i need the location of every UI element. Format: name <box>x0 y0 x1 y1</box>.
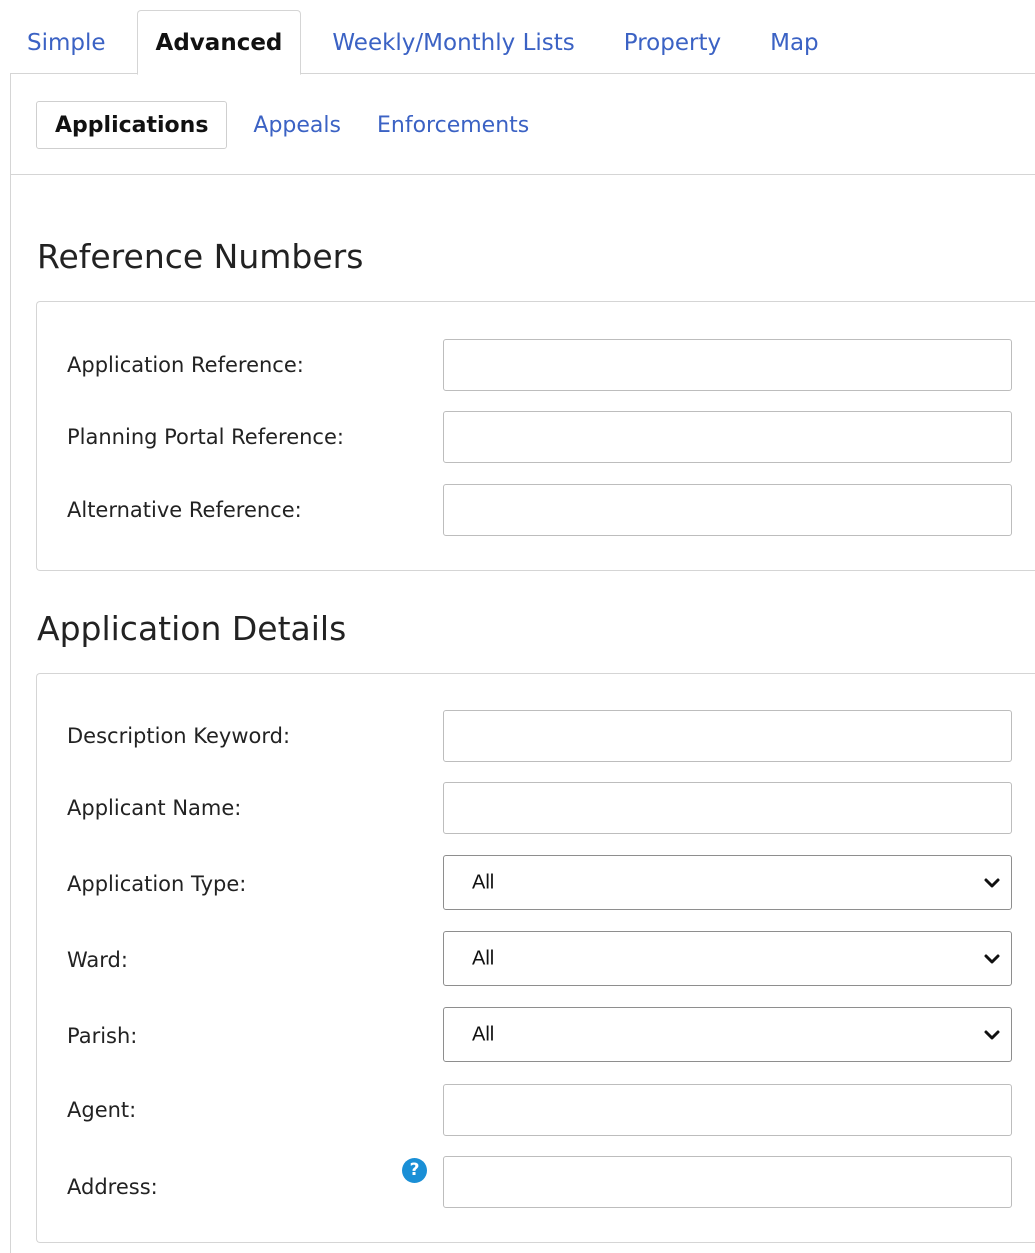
advanced-search-panel: Applications Appeals Enforcements Refere… <box>10 73 1035 1253</box>
tab-simple[interactable]: Simple <box>10 10 124 74</box>
parish-selected-value: All <box>472 1023 495 1045</box>
ward-label: Ward: <box>67 948 128 972</box>
chevron-down-icon <box>984 1030 1000 1039</box>
application-reference-label: Application Reference: <box>67 353 304 377</box>
reference-numbers-fieldset: Application Reference: Planning Portal R… <box>36 301 1035 571</box>
tab-weekly-monthly-lists[interactable]: Weekly/Monthly Lists <box>314 10 592 74</box>
address-row: Address: ? <box>37 1156 1035 1208</box>
agent-row: Agent: <box>37 1084 1035 1136</box>
application-reference-input[interactable] <box>443 339 1012 391</box>
alternative-reference-row: Alternative Reference: <box>37 484 1035 536</box>
ward-select[interactable]: All <box>443 931 1012 986</box>
description-keyword-row: Description Keyword: <box>37 710 1035 762</box>
tab-appeals[interactable]: Appeals <box>235 101 359 149</box>
tab-property[interactable]: Property <box>606 10 739 74</box>
applicant-name-label: Applicant Name: <box>67 796 242 820</box>
tab-advanced[interactable]: Advanced <box>136 10 302 75</box>
question-circle-icon[interactable]: ? <box>402 1158 427 1183</box>
description-keyword-input[interactable] <box>443 710 1012 762</box>
applicant-name-input[interactable] <box>443 782 1012 834</box>
application-type-row: Application Type: All <box>37 855 1035 910</box>
search-category-tabs: Applications Appeals Enforcements <box>11 74 1035 175</box>
address-label: Address: <box>67 1175 158 1199</box>
chevron-down-icon <box>984 954 1000 963</box>
agent-label: Agent: <box>67 1098 137 1122</box>
search-type-tabs: Simple Advanced Weekly/Monthly Lists Pro… <box>10 10 850 75</box>
tab-applications[interactable]: Applications <box>36 101 228 149</box>
tab-enforcements[interactable]: Enforcements <box>359 101 547 149</box>
parish-select[interactable]: All <box>443 1007 1012 1062</box>
applicant-name-row: Applicant Name: <box>37 782 1035 834</box>
tab-map[interactable]: Map <box>752 10 837 74</box>
parish-label: Parish: <box>67 1024 138 1048</box>
ward-row: Ward: All <box>37 931 1035 986</box>
address-input[interactable] <box>443 1156 1012 1208</box>
application-type-label: Application Type: <box>67 872 247 896</box>
alternative-reference-label: Alternative Reference: <box>67 498 302 522</box>
planning-portal-reference-label: Planning Portal Reference: <box>67 425 344 449</box>
application-type-select[interactable]: All <box>443 855 1012 910</box>
description-keyword-label: Description Keyword: <box>67 724 291 748</box>
application-details-fieldset: Description Keyword: Applicant Name: App… <box>36 673 1035 1243</box>
reference-numbers-heading: Reference Numbers <box>37 237 364 276</box>
application-type-selected-value: All <box>472 871 495 893</box>
alternative-reference-input[interactable] <box>443 484 1012 536</box>
parish-row: Parish: All <box>37 1007 1035 1062</box>
chevron-down-icon <box>984 878 1000 887</box>
planning-portal-reference-row: Planning Portal Reference: <box>37 411 1035 463</box>
application-reference-row: Application Reference: <box>37 339 1035 391</box>
application-details-heading: Application Details <box>37 609 347 648</box>
ward-selected-value: All <box>472 947 495 969</box>
planning-portal-reference-input[interactable] <box>443 411 1012 463</box>
agent-input[interactable] <box>443 1084 1012 1136</box>
